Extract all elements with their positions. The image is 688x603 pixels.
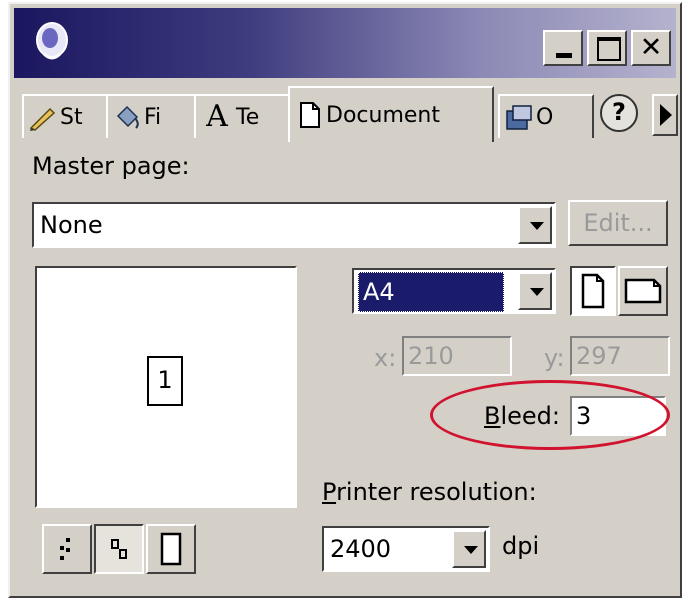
- master-page-dropdown[interactable]: None: [32, 202, 556, 248]
- text-icon: A: [206, 99, 228, 134]
- chevron-down-icon[interactable]: [518, 272, 552, 310]
- edit-label: Edit...: [583, 209, 653, 237]
- page-number: 1: [157, 366, 173, 394]
- tab-label: Document: [326, 102, 440, 128]
- facing-pages-button[interactable]: [94, 524, 144, 574]
- landscape-button[interactable]: [618, 266, 668, 316]
- fill-bucket-icon: [116, 105, 139, 129]
- corel-balloon-icon: [36, 22, 68, 60]
- height-value: 297: [576, 342, 622, 370]
- objects-icon: [506, 105, 532, 130]
- tab-label: St: [60, 104, 83, 130]
- tab-stroke[interactable]: St: [22, 94, 108, 138]
- tab-label: Te: [236, 104, 260, 130]
- printer-resolution-value: 2400: [330, 535, 392, 563]
- tab-objects[interactable]: O: [498, 94, 594, 138]
- document-settings-window: St Fi A Te Document O: [8, 2, 682, 598]
- maximize-button[interactable]: [587, 30, 627, 66]
- y-label: y:: [544, 344, 565, 372]
- help-icon: ?: [612, 98, 626, 126]
- tab-strip: St Fi A Te Document O ?: [22, 84, 682, 142]
- facing-pages-icon: [111, 539, 127, 559]
- portrait-page-icon: [581, 273, 605, 309]
- tab-label: O: [536, 104, 554, 130]
- single-page-icon: [160, 532, 182, 566]
- page-size-dropdown[interactable]: A4: [352, 268, 556, 314]
- pencil-icon: [29, 107, 56, 131]
- printer-resolution-accesskey: P: [322, 478, 337, 506]
- tab-fill[interactable]: Fi: [106, 94, 196, 138]
- width-field[interactable]: 210: [402, 336, 512, 376]
- help-button[interactable]: ?: [600, 94, 638, 132]
- landscape-page-icon: [624, 278, 662, 304]
- master-page-value: None: [40, 211, 103, 239]
- printer-resolution-rest: rinter resolution:: [336, 478, 537, 506]
- spread-view-button[interactable]: [42, 524, 92, 574]
- close-button[interactable]: [631, 30, 671, 66]
- document-icon: [300, 102, 320, 128]
- page-number-box[interactable]: 1: [147, 356, 183, 406]
- page-size-value: A4: [358, 272, 504, 312]
- tab-document[interactable]: Document: [288, 86, 494, 142]
- tab-scroll-right-button[interactable]: [652, 94, 678, 136]
- page-preview: 1: [35, 266, 297, 508]
- spread-view-icon: [60, 538, 70, 560]
- dpi-unit-label: dpi: [502, 532, 540, 560]
- master-page-label: Master page:: [32, 152, 190, 180]
- tab-label: Fi: [144, 104, 162, 130]
- minimize-button[interactable]: [543, 30, 583, 66]
- title-bar[interactable]: [14, 8, 676, 78]
- single-page-button[interactable]: [146, 524, 196, 574]
- width-value: 210: [408, 342, 454, 370]
- chevron-down-icon[interactable]: [452, 530, 486, 568]
- printer-resolution-dropdown[interactable]: 2400: [322, 526, 490, 572]
- printer-resolution-label: Printer resolution:: [322, 478, 537, 506]
- bleed-highlight-circle: [430, 380, 670, 450]
- x-label: x:: [374, 344, 397, 372]
- edit-master-button[interactable]: Edit...: [568, 200, 668, 246]
- height-field[interactable]: 297: [570, 336, 670, 376]
- tab-text[interactable]: A Te: [194, 94, 290, 138]
- chevron-down-icon[interactable]: [518, 206, 552, 244]
- portrait-button[interactable]: [570, 266, 616, 316]
